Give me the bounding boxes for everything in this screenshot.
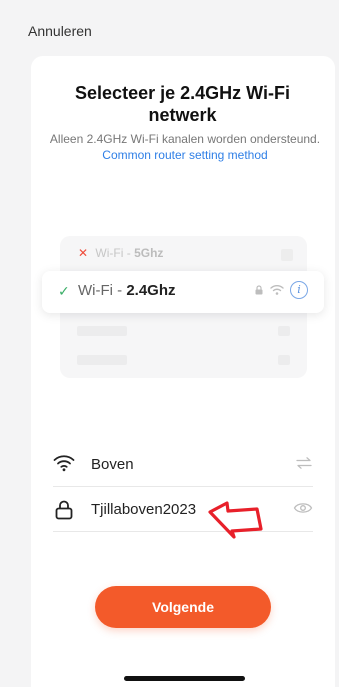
router-settings-link[interactable]: Common router setting method: [102, 148, 267, 162]
password-value: Tjillaboven2023: [91, 501, 197, 518]
illustration-5ghz-row: ✕ Wi-Fi - 5Ghz: [78, 246, 293, 264]
wifi-icon: [270, 285, 284, 295]
home-indicator[interactable]: [124, 676, 245, 681]
password-field[interactable]: Tjillaboven2023: [53, 487, 313, 532]
lock-icon: [55, 500, 73, 520]
switch-network-icon[interactable]: [295, 456, 313, 470]
illustration-24ghz-label: Wi-Fi - 2.4Ghz: [78, 282, 176, 299]
illustration-icons: i: [254, 281, 308, 299]
annotation-arrow-icon: [208, 501, 263, 539]
eye-icon[interactable]: [293, 501, 313, 515]
subtitle-text: Alleen 2.4GHz Wi-Fi kanalen worden onder…: [49, 132, 321, 146]
lock-icon: [255, 285, 263, 295]
placeholder-bar: [77, 326, 127, 336]
illustration-24ghz-band: 2.4Ghz: [126, 282, 176, 299]
illustration-5ghz-prefix: Wi-Fi -: [95, 246, 135, 260]
illustration-24ghz-prefix: Wi-Fi -: [78, 282, 127, 299]
wifi-icon: [53, 455, 75, 472]
network-name-value: Boven: [91, 456, 134, 473]
placeholder-bar: [77, 355, 127, 365]
placeholder-bar: [278, 355, 290, 365]
cross-icon: ✕: [78, 246, 89, 260]
illustration-24ghz-row: ✓ Wi-Fi - 2.4Ghz i: [42, 271, 324, 313]
illustration-5ghz-band: 5Ghz: [134, 246, 164, 260]
checkmark-icon: ✓: [58, 283, 70, 299]
page-title: Selecteer je 2.4GHz Wi-Fi netwerk: [75, 83, 290, 125]
cancel-button[interactable]: Annuleren: [28, 23, 92, 39]
placeholder-box: [281, 249, 293, 261]
subtitle: Alleen 2.4GHz Wi-Fi kanalen worden onder…: [45, 131, 325, 163]
placeholder-bar: [278, 326, 290, 336]
network-field[interactable]: Boven: [53, 442, 313, 487]
info-icon: i: [290, 281, 308, 299]
next-button[interactable]: Volgende: [95, 586, 271, 628]
